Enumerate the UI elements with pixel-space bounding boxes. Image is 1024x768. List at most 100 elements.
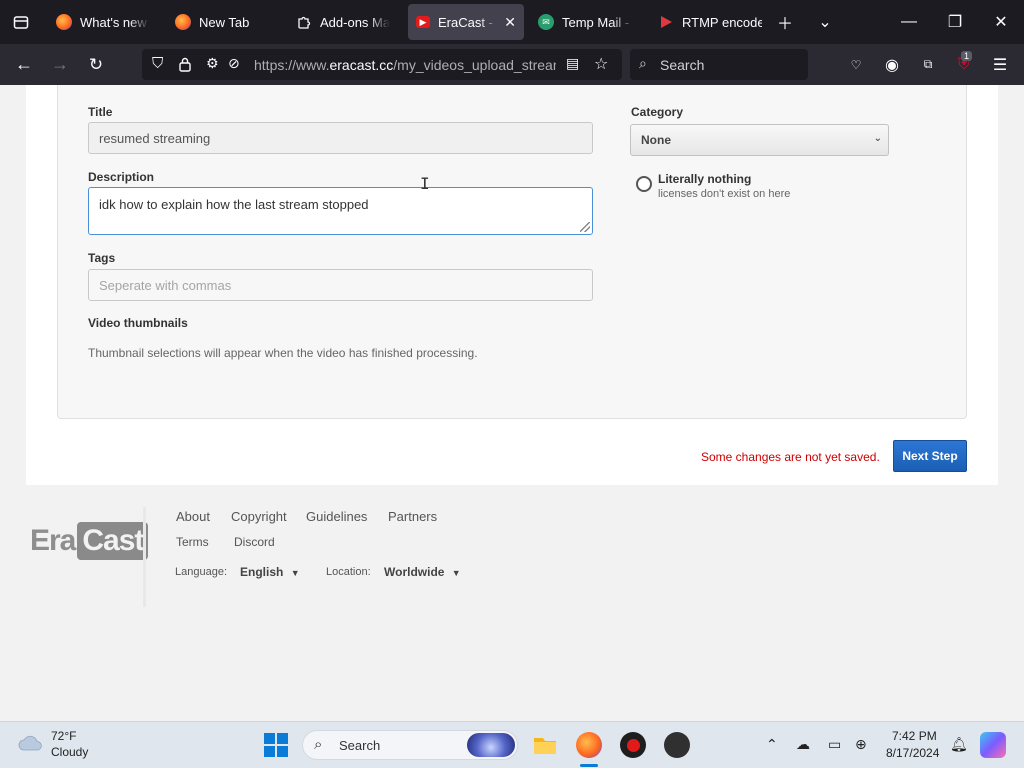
footer-link-about[interactable]: About xyxy=(176,509,210,524)
reader-view-icon[interactable]: ▤ xyxy=(566,55,579,72)
weather-temperature[interactable]: 72°F xyxy=(51,729,76,743)
minimize-icon: — xyxy=(901,13,917,30)
resize-handle-icon[interactable] xyxy=(580,222,590,232)
obs-icon[interactable] xyxy=(664,732,690,758)
clock-date[interactable]: 8/17/2024 xyxy=(886,746,939,760)
license-option-description: licenses don't exist on here xyxy=(658,188,791,200)
bell-icon[interactable]: 🔔︎ xyxy=(950,736,968,753)
record-app-icon[interactable] xyxy=(620,732,646,758)
back-button[interactable]: ← xyxy=(8,44,40,85)
eracast-logo[interactable]: Era Cast xyxy=(30,522,149,560)
language-select[interactable]: English ▼ xyxy=(240,565,300,579)
list-all-tabs-button[interactable]: ⌄ xyxy=(802,0,848,44)
eracast-icon: ▶ xyxy=(416,16,430,28)
extension-badge: 1 xyxy=(961,51,973,61)
maximize-button[interactable]: ❐ xyxy=(932,0,978,44)
weather-description[interactable]: Cloudy xyxy=(51,745,88,759)
forward-button[interactable]: → xyxy=(44,44,76,85)
extensions-button[interactable]: ⧉ xyxy=(912,44,944,85)
tags-input[interactable]: Seperate with commas xyxy=(88,269,593,301)
tab-label: Add-ons Mana xyxy=(320,14,390,30)
unsaved-changes-message: Some changes are not yet saved. xyxy=(701,450,880,464)
search-icon: ⌕ xyxy=(639,55,647,71)
restore-icon: ❐ xyxy=(947,14,963,31)
tab-rtmp-encoder[interactable]: RTMP encoder xyxy=(650,4,770,40)
tab-label: Temp Mail - D xyxy=(562,14,634,30)
autoplay-blocked-icon[interactable]: ⊘ xyxy=(228,55,240,72)
footer-link-terms[interactable]: Terms xyxy=(176,535,209,549)
lock-icon[interactable] xyxy=(178,57,192,72)
shield-icon[interactable]: ⛉ xyxy=(152,55,163,72)
tab-eracast[interactable]: ▶ EraCast - Li ✕ xyxy=(408,4,524,40)
search-placeholder: Search xyxy=(660,56,705,73)
permissions-icon[interactable]: ⚙ xyxy=(206,55,219,72)
footer-link-guidelines[interactable]: Guidelines xyxy=(306,509,367,524)
description-text: idk how to explain how the last stream s… xyxy=(99,197,369,212)
footer-link-partners[interactable]: Partners xyxy=(388,509,437,524)
category-select[interactable]: None ⌄ xyxy=(630,124,889,156)
search-icon: ⌕ xyxy=(314,736,323,753)
firefox-view-button[interactable] xyxy=(0,0,42,44)
firefox-icon xyxy=(56,14,72,30)
pocket-button[interactable]: ♡ xyxy=(840,44,872,85)
taskbar-search[interactable]: ⌕ Search xyxy=(302,730,518,760)
windows-start-icon[interactable] xyxy=(264,733,288,757)
cloud-offline-icon[interactable]: ☁ xyxy=(796,736,810,753)
location-select[interactable]: Worldwide ▼ xyxy=(384,565,461,579)
close-window-button[interactable]: ✕ xyxy=(978,0,1024,44)
category-value: None xyxy=(641,133,671,147)
search-bar[interactable]: ⌕ Search xyxy=(630,49,808,80)
title-input[interactable]: resumed streaming xyxy=(88,122,593,154)
url-bar[interactable]: ⛉ ⚙ ⊘ https://www.eracast.cc/my_videos_u… xyxy=(142,49,622,80)
tempmail-icon: ✉ xyxy=(538,14,554,30)
next-step-button[interactable]: Next Step xyxy=(893,440,967,472)
description-textarea[interactable]: idk how to explain how the last stream s… xyxy=(88,187,593,235)
tab-label: What's new w xyxy=(80,14,150,30)
file-explorer-icon[interactable] xyxy=(532,732,558,758)
tab-temp-mail[interactable]: ✉ Temp Mail - D xyxy=(530,4,642,40)
taskbar-search-label: Search xyxy=(339,737,381,753)
hamburger-menu-icon: ☰ xyxy=(992,56,1008,74)
menu-button[interactable]: ☰ xyxy=(984,44,1016,85)
copilot-icon[interactable] xyxy=(980,732,1006,758)
reload-button[interactable]: ↻ xyxy=(80,44,112,85)
footer-link-discord[interactable]: Discord xyxy=(234,535,275,549)
chevron-up-icon[interactable]: ⌃ xyxy=(766,736,778,753)
account-button[interactable]: ◉ xyxy=(876,44,908,85)
page-content: Title resumed streaming Description idk … xyxy=(0,85,1024,721)
url-domain: eracast.cc xyxy=(329,57,394,73)
cloud-icon[interactable] xyxy=(18,734,44,752)
windows-taskbar: 72°F Cloudy ⌕ Search ⌃ ☁ ▭ ⊕ 7:42 PM 8/1… xyxy=(0,721,1024,768)
chevron-down-icon: ⌄ xyxy=(818,14,832,31)
text-cursor-icon: I xyxy=(420,174,430,193)
thumbnails-note: Thumbnail selections will appear when th… xyxy=(88,346,478,360)
display-icon[interactable]: ▭ xyxy=(828,736,841,753)
minimize-button[interactable]: — xyxy=(886,0,932,44)
clock-time[interactable]: 7:42 PM xyxy=(892,729,937,743)
location-value: Worldwide xyxy=(384,565,445,579)
thumbnails-label: Video thumbnails xyxy=(88,316,188,330)
url-prefix: https://www. xyxy=(254,57,330,73)
firefox-taskbar-icon[interactable] xyxy=(576,732,602,758)
account-icon: ◉ xyxy=(885,56,899,74)
tab-new-tab[interactable]: New Tab xyxy=(167,4,277,40)
category-label: Category xyxy=(631,105,684,119)
tab-addons-manager[interactable]: Add-ons Mana xyxy=(288,4,398,40)
description-label: Description xyxy=(88,170,155,184)
url-text[interactable]: https://www.eracast.cc/my_videos_upload_… xyxy=(254,57,556,73)
puzzle-icon: ⧉ xyxy=(923,57,933,71)
license-radio[interactable] xyxy=(636,176,652,192)
license-option-title[interactable]: Literally nothing xyxy=(658,172,751,186)
browser-tab-bar: What's new w New Tab Add-ons Mana ▶ EraC… xyxy=(0,0,1024,44)
network-icon[interactable]: ⊕ xyxy=(855,736,867,753)
chevron-down-icon: ⌄ xyxy=(873,133,882,144)
bookmark-star-icon[interactable]: ☆ xyxy=(594,54,608,74)
language-value: English xyxy=(240,565,284,579)
caret-down-icon: ▼ xyxy=(290,568,300,578)
rtmp-icon xyxy=(661,16,672,28)
caret-down-icon: ▼ xyxy=(451,568,461,578)
close-icon[interactable]: ✕ xyxy=(504,14,516,31)
tab-whats-new[interactable]: What's new w xyxy=(48,4,158,40)
footer-link-copyright[interactable]: Copyright xyxy=(231,509,287,524)
url-path: /my_videos_upload_stream xyxy=(393,57,556,73)
